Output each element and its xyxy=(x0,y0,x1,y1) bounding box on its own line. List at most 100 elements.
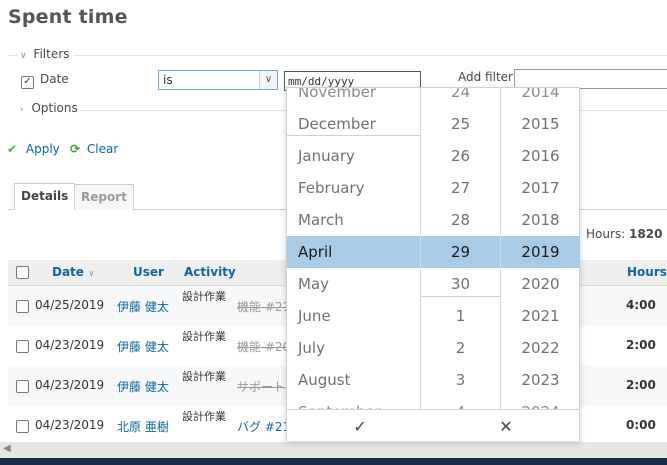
row-checkbox[interactable] xyxy=(16,420,29,433)
row-activity: 設計作業 xyxy=(182,290,226,303)
day-option[interactable]: 28 xyxy=(421,204,500,236)
year-option[interactable]: 2022 xyxy=(501,332,580,364)
day-option[interactable]: 27 xyxy=(421,172,500,204)
month-option[interactable]: June xyxy=(287,300,420,332)
day-option[interactable]: 2 xyxy=(421,332,500,364)
day-option[interactable]: 1 xyxy=(421,300,500,332)
row-issue[interactable]: サポート xyxy=(237,378,285,395)
total-hours: Hours: 1820 xyxy=(586,227,662,241)
row-date: 04/23/2019 xyxy=(35,378,105,392)
year-option[interactable]: 2024 xyxy=(501,396,580,409)
column-activity[interactable]: Activity xyxy=(184,265,236,279)
row-user[interactable]: 伊藤 健太 xyxy=(117,298,169,315)
row-date: 04/23/2019 xyxy=(35,338,105,352)
column-hours[interactable]: Hours xyxy=(627,265,667,279)
close-icon: ✕ xyxy=(499,416,513,436)
picker-footer: ✓ ✕ xyxy=(287,409,579,441)
day-option-selected[interactable]: 29 xyxy=(421,236,500,268)
column-date-label: Date xyxy=(52,265,84,279)
row-user[interactable]: 伊藤 健太 xyxy=(117,338,169,355)
row-checkbox[interactable] xyxy=(16,380,29,393)
options-toggle[interactable]: › Options xyxy=(20,101,78,115)
row-user[interactable]: 北原 亜樹 xyxy=(117,418,169,435)
horizontal-scrollbar[interactable]: ◀ xyxy=(0,442,667,458)
row-issue[interactable]: 機能 #20 xyxy=(237,338,290,355)
month-option[interactable]: August xyxy=(287,364,420,396)
day-option[interactable]: 3 xyxy=(421,364,500,396)
day-option[interactable]: 4 xyxy=(421,396,500,409)
taskbar xyxy=(0,458,667,465)
apply-label: Apply xyxy=(25,142,60,156)
select-all-checkbox[interactable] xyxy=(16,266,29,279)
check-icon: ✓ xyxy=(353,416,367,436)
date-operator-select[interactable]: is ∨ xyxy=(158,70,278,90)
row-activity: 設計作業 xyxy=(182,330,226,343)
row-user[interactable]: 伊藤 健太 xyxy=(117,378,169,395)
day-option[interactable]: 25 xyxy=(421,108,500,140)
filters-divider-left xyxy=(8,55,18,56)
row-checkbox[interactable] xyxy=(16,340,29,353)
chevron-right-icon: › xyxy=(20,105,24,115)
operator-value: is xyxy=(163,73,173,87)
scroll-left-icon[interactable]: ◀ xyxy=(3,443,11,454)
year-option[interactable]: 2015 xyxy=(501,108,580,140)
checkbox-checked-icon: ✓ xyxy=(21,75,34,89)
day-option[interactable]: 24 xyxy=(421,88,500,108)
year-option[interactable]: 2020 xyxy=(501,268,580,300)
total-hours-label: Hours: xyxy=(586,227,626,241)
row-checkbox[interactable] xyxy=(16,300,29,313)
row-hours: 2:00 xyxy=(626,378,656,392)
year-option[interactable]: 2018 xyxy=(501,204,580,236)
month-option[interactable]: February xyxy=(287,172,420,204)
row-date: 04/25/2019 xyxy=(35,298,105,312)
page-title: Spent time xyxy=(8,6,128,28)
clear-label: Clear xyxy=(86,142,119,156)
row-date: 04/23/2019 xyxy=(35,418,105,432)
chevron-down-icon: ∨ xyxy=(259,71,277,89)
row-issue[interactable]: バグ #21 xyxy=(237,418,290,435)
tab-details[interactable]: Details xyxy=(14,183,76,210)
row-activity: 設計作業 xyxy=(182,370,226,383)
year-option[interactable]: 2017 xyxy=(501,172,580,204)
month-option[interactable]: July xyxy=(287,332,420,364)
reload-icon: ⟳ xyxy=(70,142,81,156)
total-hours-value: 1820 xyxy=(629,227,663,241)
tab-report[interactable]: Report xyxy=(74,184,134,210)
add-filter-select[interactable] xyxy=(514,69,667,89)
chevron-down-icon: ∨ xyxy=(20,51,27,61)
month-option[interactable]: May xyxy=(287,268,420,300)
year-option[interactable]: 2023 xyxy=(501,364,580,396)
row-hours: 2:00 xyxy=(626,338,656,352)
filters-toggle[interactable]: ∨ Filters xyxy=(20,47,69,61)
row-hours: 0:00 xyxy=(626,418,656,432)
apply-button[interactable]: ✔ Apply xyxy=(7,142,60,156)
year-boundary-divider xyxy=(287,135,420,136)
row-hours: 4:00 xyxy=(626,298,656,312)
month-boundary-divider xyxy=(421,296,500,297)
month-option[interactable]: November xyxy=(287,88,420,108)
month-option[interactable]: March xyxy=(287,204,420,236)
year-option-selected[interactable]: 2019 xyxy=(501,236,580,268)
column-user[interactable]: User xyxy=(133,265,164,279)
year-option[interactable]: 2016 xyxy=(501,140,580,172)
date-filter-label: Date xyxy=(40,72,69,86)
row-issue[interactable]: 機能 #21 xyxy=(237,298,290,315)
cancel-button[interactable]: ✕ xyxy=(433,410,579,442)
add-filter-label: Add filter xyxy=(458,70,513,84)
date-filter-checkbox[interactable]: ✓ xyxy=(21,73,34,89)
options-legend: Options xyxy=(31,101,78,115)
date-picker: November December January February March… xyxy=(286,87,580,441)
sort-down-icon: ∨ xyxy=(88,269,95,279)
day-option[interactable]: 26 xyxy=(421,140,500,172)
month-option-selected[interactable]: April xyxy=(287,236,420,268)
confirm-button[interactable]: ✓ xyxy=(287,410,433,442)
month-option[interactable]: January xyxy=(287,140,420,172)
clear-button[interactable]: ⟳ Clear xyxy=(70,142,118,156)
year-option[interactable]: 2014 xyxy=(501,88,580,108)
year-column[interactable]: 2014 2015 2016 2017 2018 2019 2020 2021 … xyxy=(500,88,580,409)
column-date[interactable]: Date ∨ xyxy=(52,265,95,279)
month-column[interactable]: November December January February March… xyxy=(287,88,420,409)
year-option[interactable]: 2021 xyxy=(501,300,580,332)
month-option[interactable]: September xyxy=(287,396,420,409)
day-column[interactable]: 24 25 26 27 28 29 30 1 2 3 4 xyxy=(420,88,500,409)
